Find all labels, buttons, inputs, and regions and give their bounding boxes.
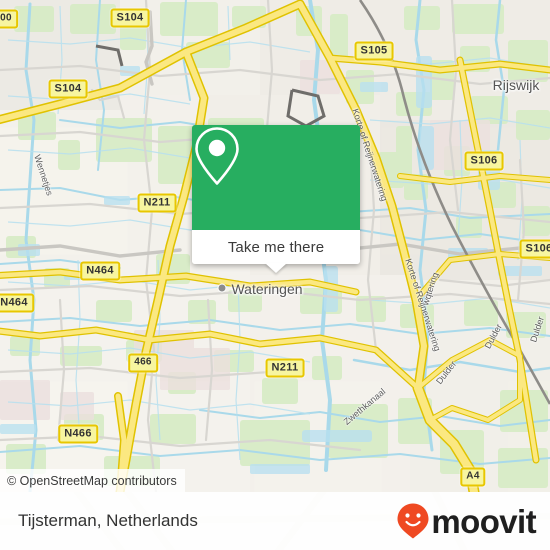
moovit-wordmark: moovit: [431, 502, 536, 540]
callout-tail: [265, 263, 287, 273]
road-shield: S106: [519, 239, 550, 259]
road-shield: N211: [265, 358, 305, 378]
callout-pin-area: [192, 125, 360, 230]
take-me-there-callout[interactable]: Take me there: [192, 125, 360, 273]
moovit-logo[interactable]: moovit: [396, 502, 537, 540]
footer-bar: Tijsterman, Netherlands moovit: [0, 492, 550, 550]
moovit-smiley-pin-icon: [397, 503, 429, 539]
road-shield: 466: [128, 353, 158, 373]
road-shield: N466: [58, 424, 98, 444]
road-shield: A4: [460, 467, 486, 487]
take-me-there-label: Take me there: [227, 238, 325, 256]
moovit-map-screenshot: 00 S104 S104 S105 S106 S106 N211 N464 N464 466 N46…: [0, 0, 550, 550]
road-shield: S106: [464, 151, 504, 171]
osm-attribution[interactable]: © OpenStreetMap contributors: [0, 469, 185, 492]
osm-attribution-text: © OpenStreetMap contributors: [7, 473, 177, 488]
road-shield: S104: [110, 8, 150, 28]
map-pin-icon: [195, 127, 239, 185]
road-shield: N211: [137, 193, 177, 213]
map-canvas[interactable]: 00 S104 S104 S105 S106 S106 N211 N464 N464 466 N46…: [0, 0, 550, 492]
road-shield: 00: [0, 9, 18, 29]
location-title: Tijsterman, Netherlands: [18, 511, 198, 530]
road-shield: S105: [354, 41, 394, 61]
place-label: Wateringen: [231, 281, 303, 297]
callout-action-bar[interactable]: Take me there: [192, 230, 360, 264]
wateringen-city-dot: [217, 283, 227, 293]
road-shield: N464: [0, 293, 34, 313]
road-shield: S104: [48, 79, 88, 99]
road-shield: N464: [80, 261, 120, 281]
place-label: Rijswijk: [492, 77, 540, 93]
